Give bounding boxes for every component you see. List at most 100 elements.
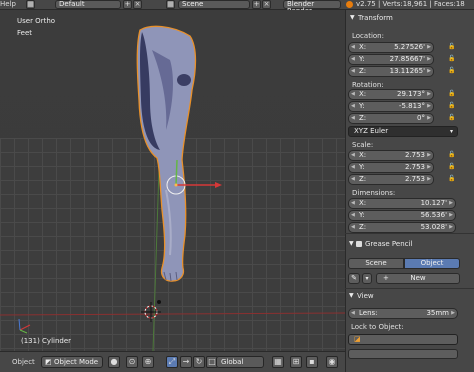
axis-label: Z: [359,175,367,183]
scene-selector[interactable]: Scene [178,0,250,9]
layout-selector[interactable]: Default [55,0,121,9]
location-field-z[interactable]: ◀ Z: 13.11265' ▶ [348,66,434,77]
dimensions-field-y[interactable]: ◀ Y: 56.536' ▶ [348,210,456,221]
rotate-icon[interactable]: ↻ [193,356,205,368]
render-engine-selector[interactable]: Blender Render [283,0,341,15]
axis-label: Z: [359,223,367,231]
menu-help[interactable]: Help [0,0,16,9]
collapse-triangle-icon: ▼ [349,292,354,299]
transform-title: Transform [358,14,393,22]
lock-icon[interactable]: 🔓 [447,113,457,123]
axis-label: Z: [359,114,367,122]
lock-icon[interactable]: 🔓 [447,162,457,172]
lock-icon[interactable]: 🔓 [447,66,457,76]
lock-to-object-label: Lock to Object: [351,323,404,331]
grease-pencil-header[interactable]: ▼ Grease Pencil [345,238,474,250]
layout-icon[interactable]: ▦ [26,0,35,9]
layer-grid-icon[interactable]: ▦ [272,356,284,368]
dimensions-field-x[interactable]: ◀ X: 10.127' ▶ [348,198,456,209]
axis-label: Y: [359,102,365,110]
collapse-triangle-icon: ▼ [350,14,355,21]
chevron-down-icon: ▾ [449,128,453,135]
rotation-field-x[interactable]: ◀ X: 29.173° ▶ [348,89,434,100]
pivot-point-icon[interactable]: ⊙ [126,356,138,368]
cylinder-mesh [136,25,197,282]
axis-value: 56.536' [420,211,447,219]
rotation-label: Rotation: [352,81,384,89]
object-cube-icon: ◪ [354,335,361,343]
view-header[interactable]: ▼ View [345,290,474,302]
gp-new-button[interactable]: + New [376,273,460,284]
lock-object-select[interactable]: ◪ [348,334,458,345]
rotation-field-z[interactable]: ◀ Z: 0° ▶ [348,113,434,124]
snap-icon[interactable]: ⊞ [290,356,302,368]
lens-field[interactable]: ◀ Lens: 35mm ▶ [348,308,458,319]
lock-icon[interactable]: 🔓 [447,89,457,99]
rotation-field-y[interactable]: ◀ Y: -5.813° ▶ [348,101,434,112]
location-field-x[interactable]: ◀ X: 5.27526' ▶ [348,42,434,53]
3d-viewport[interactable]: User Ortho Feet (131) Cylinder [0,10,345,351]
axis-value: 27.85667' [389,55,425,63]
x-axis-line [0,312,345,316]
scene-icon[interactable]: ▦ [166,0,175,9]
3d-cursor-icon [141,302,161,322]
lens-label: Lens: [359,309,378,317]
mode-selector[interactable]: ◩ Object Mode [41,356,103,368]
location-field-y[interactable]: ◀ Y: 27.85667' ▶ [348,54,434,65]
axis-value: 53.028' [420,223,447,231]
orientation-selector[interactable]: Global [216,356,264,368]
add-layout-button[interactable]: + [123,0,132,9]
axis-label: Y: [359,211,365,219]
object-info: (131) Cylinder [21,337,72,345]
unit-label: Feet [17,29,33,37]
dropdown-icon[interactable]: ▾ [362,273,372,284]
transform-header[interactable]: ▼ Transform [346,12,474,24]
menu-object[interactable]: Object [12,358,35,366]
axis-label: Y: [359,163,365,171]
lock-icon[interactable]: 🔓 [447,174,457,184]
lock-icon[interactable]: 🔓 [447,42,457,52]
mode-label: Object Mode [54,358,99,366]
scale-field-y[interactable]: ◀ Y: 2.753 ▶ [348,162,434,173]
snap-type-icon[interactable]: ▪ [306,356,318,368]
lock-icon[interactable]: 🔓 [447,54,457,64]
object-mode-icon: ◩ [45,358,52,366]
lock-to-cursor-toggle[interactable] [348,349,458,359]
plus-icon: + [383,274,389,282]
y-manipulator [175,159,178,186]
axis-label: Z: [359,67,367,75]
axis-value: 2.753 [404,151,425,159]
remove-layout-button[interactable]: × [133,0,142,9]
shading-solid-icon[interactable]: ● [108,356,120,368]
axis-value: 5.27526' [394,43,425,51]
gp-object-toggle[interactable]: Object [404,258,460,269]
rotation-mode-select[interactable]: XYZ Euler ▾ [348,126,458,137]
axis-value: -5.813° [398,102,425,110]
gp-scene-toggle[interactable]: Scene [348,258,404,269]
grease-pencil-checkbox[interactable] [356,241,362,247]
add-scene-button[interactable]: + [252,0,261,9]
lock-icon[interactable]: 🔓 [447,101,457,111]
viewport-header: Object ◩ Object Mode ● ⊙ ⊕ ⤢ → ↻ □ Globa… [0,351,345,372]
axis-value: 10.127' [420,199,447,207]
manipulator-toggle-icon[interactable]: ⤢ [166,356,178,368]
layers-icon[interactable]: ⊕ [142,356,154,368]
scale-field-x[interactable]: ◀ X: 2.753 ▶ [348,150,434,161]
axis-value: 2.753 [404,163,425,171]
lock-icon[interactable]: 🔓 [447,150,457,160]
translate-icon[interactable]: → [180,356,192,368]
dimensions-label: Dimensions: [352,189,396,197]
render-icon[interactable]: ◉ [326,356,338,368]
axis-label: X: [359,151,367,159]
scene-stats: v2.75 | Verts:18,961 | Faces:18 [356,0,465,8]
scale-label: Scale: [352,141,374,149]
dimensions-field-z[interactable]: ◀ Z: 53.028' ▶ [348,222,456,233]
remove-scene-button[interactable]: × [262,0,271,9]
gp-new-label: New [410,274,426,282]
axis-value: 29.173° [397,90,425,98]
scale-field-z[interactable]: ◀ Z: 2.753 ▶ [348,174,434,185]
view-name: User Ortho [17,17,56,25]
top-info-bar: Help ▦ Default + × ▦ Scene + × Blender R… [0,0,474,15]
collapse-triangle-icon: ▼ [349,240,354,247]
pencil-icon[interactable]: ✎ [348,273,360,284]
